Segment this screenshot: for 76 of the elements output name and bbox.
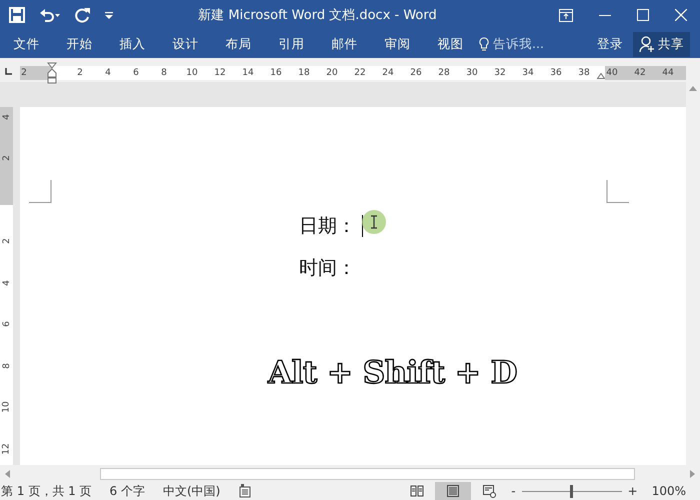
indent-marker-icon[interactable]	[47, 62, 57, 84]
ruler-number: 26	[410, 67, 422, 80]
proofing-icon[interactable]	[238, 484, 252, 498]
ruler-number: 18	[298, 67, 310, 80]
language-status[interactable]: 中文(中国)	[162, 482, 220, 500]
ruler-number: 2	[2, 238, 12, 244]
read-view-icon	[410, 484, 424, 498]
web-view-icon	[482, 484, 496, 498]
ruler-number: 30	[466, 67, 478, 80]
person-plus-icon	[639, 36, 655, 52]
ribbon-tab[interactable]: 邮件	[318, 30, 371, 58]
zoom-out-button[interactable]: -	[511, 484, 516, 498]
ruler-number: 12	[214, 67, 226, 80]
maximize-icon[interactable]	[637, 9, 649, 21]
document-page[interactable]: 日期： 时间： Alt + Shift + D	[20, 107, 686, 465]
ruler-number: 32	[494, 67, 506, 80]
page-count[interactable]: 第 1 页，共 1 页	[1, 482, 92, 500]
right-indent-marker-icon[interactable]	[597, 73, 605, 79]
zoom-level[interactable]: 100%	[652, 484, 686, 498]
ribbon-tab[interactable]: 引用	[265, 30, 318, 58]
document-text: 时间：	[299, 256, 356, 281]
ruler-number: 42	[634, 67, 646, 80]
print-view-icon	[446, 484, 460, 498]
page-corner-mark	[29, 180, 52, 203]
zoom-slider-thumb[interactable]	[570, 484, 574, 498]
ruler-number: 10	[2, 402, 12, 413]
ruler-number: 10	[186, 67, 198, 80]
ruler-number: 34	[522, 67, 534, 80]
tell-me-field[interactable]: 告诉我...	[479, 36, 579, 52]
customize-caret-icon[interactable]	[105, 11, 113, 19]
ruler-number: 6	[132, 67, 140, 80]
lightbulb-icon	[479, 36, 489, 52]
ruler-number: 4	[2, 280, 12, 286]
ruler-number: 22	[354, 67, 366, 80]
window-title: 新建 Microsoft Word 文档.docx - Word	[197, 7, 438, 24]
close-icon[interactable]	[675, 9, 687, 21]
ruler-number: 24	[382, 67, 394, 80]
ribbon-tab[interactable]: 文件	[0, 30, 53, 58]
ruler-number: 12	[2, 443, 12, 454]
ruler-number: 14	[242, 67, 254, 80]
undo-icon[interactable]	[39, 7, 61, 23]
ribbon-tab[interactable]: 布局	[212, 30, 265, 58]
ruler-number: 4	[2, 114, 12, 120]
share-button[interactable]: 共享	[633, 32, 690, 56]
ruler-number: 2	[76, 67, 84, 80]
ribbon-tab[interactable]: 插入	[106, 30, 159, 58]
ribbon-tab[interactable]: 开始	[53, 30, 106, 58]
ribbon-display-icon[interactable]	[559, 8, 573, 22]
ruler-number: 28	[438, 67, 450, 80]
ruler-number: 8	[2, 362, 12, 369]
ruler-number: 36	[550, 67, 562, 80]
ruler-number: 20	[326, 67, 338, 80]
document-text: 日期：	[299, 214, 356, 239]
zoom-in-button[interactable]: +	[628, 484, 638, 498]
ruler-number: 4	[104, 67, 112, 80]
tab-stop-selector-icon[interactable]	[4, 67, 13, 76]
scrollbar-thumb[interactable]	[100, 468, 635, 480]
ruler-number: 2	[2, 155, 12, 162]
click-highlight-icon	[362, 210, 386, 234]
ribbon-tab[interactable]: 设计	[159, 30, 212, 58]
ruler-number: 2	[20, 67, 28, 80]
ruler-number: 44	[662, 67, 674, 80]
ruler-number: 16	[270, 67, 282, 80]
ruler-number: 38	[578, 67, 590, 80]
word-count[interactable]: 6 个字	[110, 482, 145, 500]
save-icon[interactable]	[9, 7, 25, 23]
ribbon-tab[interactable]: 审阅	[371, 30, 424, 58]
page-corner-mark	[606, 180, 629, 203]
ruler-number: 8	[160, 67, 168, 80]
redo-icon[interactable]	[75, 7, 91, 23]
shortcut-overlay: Alt + Shift + D	[268, 355, 518, 391]
print-view-button[interactable]	[435, 482, 472, 500]
sign-in-link[interactable]: 登录	[597, 36, 623, 52]
ribbon-tab[interactable]: 视图	[424, 30, 477, 58]
ruler-number: 6	[2, 321, 12, 328]
ruler-number: 40	[606, 67, 618, 80]
